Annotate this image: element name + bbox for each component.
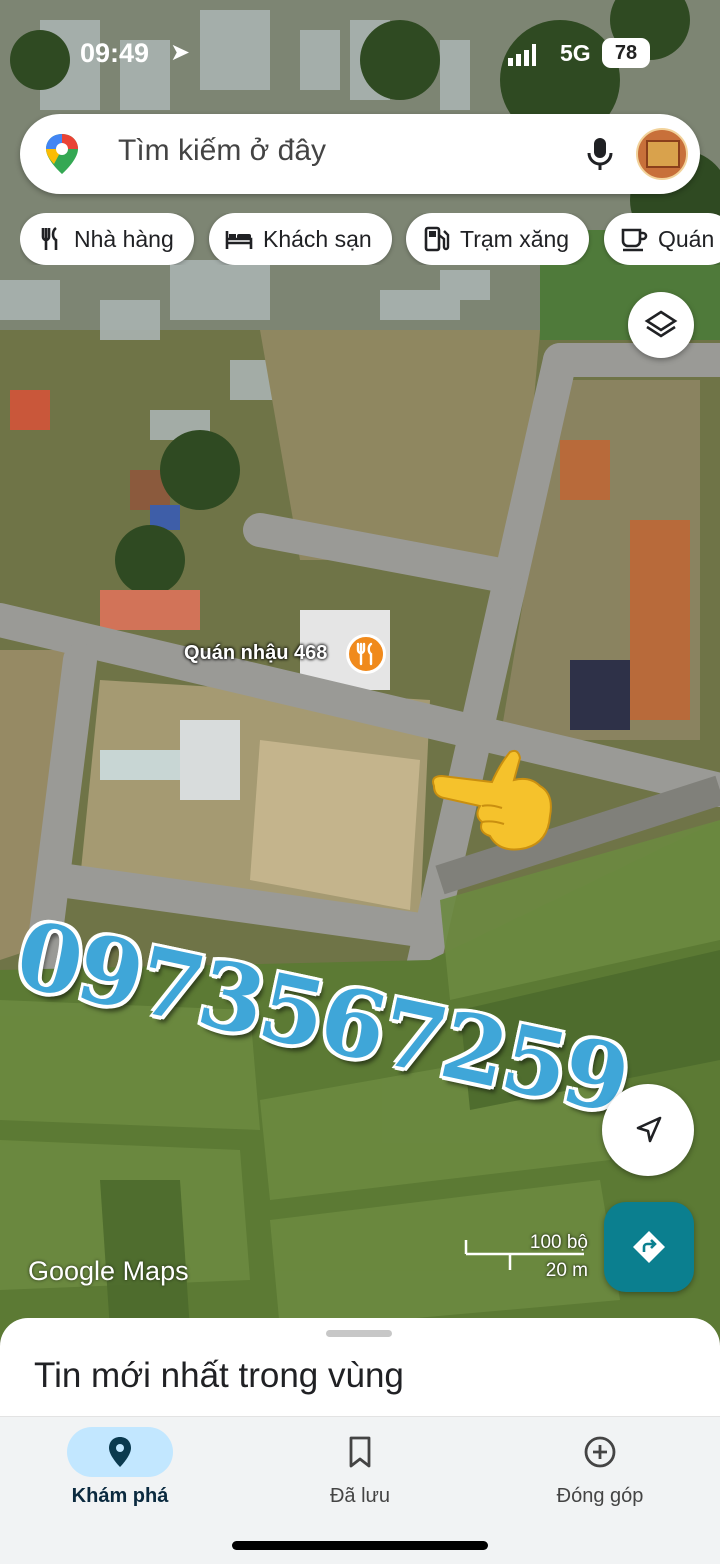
signal-icon: [508, 44, 536, 66]
scale-metric: 20 m: [545, 1260, 588, 1281]
restaurant-icon: [41, 226, 58, 250]
status-time: 09:49: [80, 38, 150, 68]
google-maps-logo: Google Maps: [28, 1256, 189, 1286]
map-scale: 100 bộ 20 m: [464, 1232, 594, 1288]
cafe-icon: [621, 228, 648, 252]
microphone-icon[interactable]: [580, 134, 620, 174]
nav-label: Đóng góp: [556, 1485, 644, 1507]
network-type: 5G: [560, 40, 591, 66]
home-indicator[interactable]: [232, 1541, 488, 1550]
bed-icon: [225, 231, 253, 249]
nav-saved[interactable]: Đã lưu: [240, 1417, 480, 1527]
layers-button[interactable]: [628, 292, 694, 358]
sheet-title: Tin mới nhất trong vùng: [34, 1356, 404, 1395]
scale-imperial: 100 bộ: [529, 1232, 588, 1253]
chip-gas-stations[interactable]: Trạm xăng: [406, 213, 590, 265]
nav-label: Khám phá: [71, 1485, 169, 1507]
google-maps-pin-icon: [46, 134, 78, 174]
chip-cafes[interactable]: Quán: [604, 213, 720, 265]
profile-avatar[interactable]: [636, 128, 688, 180]
pointing-hand-icon: [430, 746, 560, 856]
nav-label: Đã lưu: [329, 1485, 391, 1507]
chip-label: Khách sạn: [263, 226, 372, 252]
search-input[interactable]: Tìm kiếm ở đây: [118, 134, 326, 168]
battery-indicator: 78: [602, 38, 650, 68]
chip-label: Trạm xăng: [460, 226, 570, 252]
status-bar: 09:49 ➤ 5G 78: [0, 30, 720, 80]
chip-hotels[interactable]: Khách sạn: [209, 213, 392, 265]
nav-explore[interactable]: Khám phá: [0, 1417, 240, 1527]
poi-label[interactable]: Quán nhậu 468: [184, 642, 327, 665]
directions-button[interactable]: [604, 1202, 694, 1292]
gas-station-icon: [424, 226, 450, 252]
location-arrow-icon: ➤: [170, 39, 191, 66]
category-chips: Nhà hàng Khách sạn Trạm xăng Quán: [20, 213, 720, 265]
directions-icon: [633, 1231, 665, 1263]
navigation-arrow-icon: [636, 1116, 662, 1143]
chip-label: Quán: [658, 226, 715, 252]
add-circle-icon: [584, 1436, 616, 1468]
my-location-button[interactable]: [602, 1084, 694, 1176]
nav-contribute[interactable]: Đóng góp: [480, 1417, 720, 1527]
layers-icon: [644, 310, 678, 338]
sheet-drag-handle[interactable]: [326, 1330, 392, 1337]
chip-restaurants[interactable]: Nhà hàng: [20, 213, 194, 265]
search-bar[interactable]: Tìm kiếm ở đây: [20, 114, 700, 194]
bookmark-icon: [349, 1436, 371, 1468]
restaurant-poi-marker[interactable]: [346, 634, 386, 674]
chip-label: Nhà hàng: [74, 226, 174, 252]
explore-pin-icon: [109, 1437, 131, 1467]
fork-knife-icon: [356, 642, 373, 666]
